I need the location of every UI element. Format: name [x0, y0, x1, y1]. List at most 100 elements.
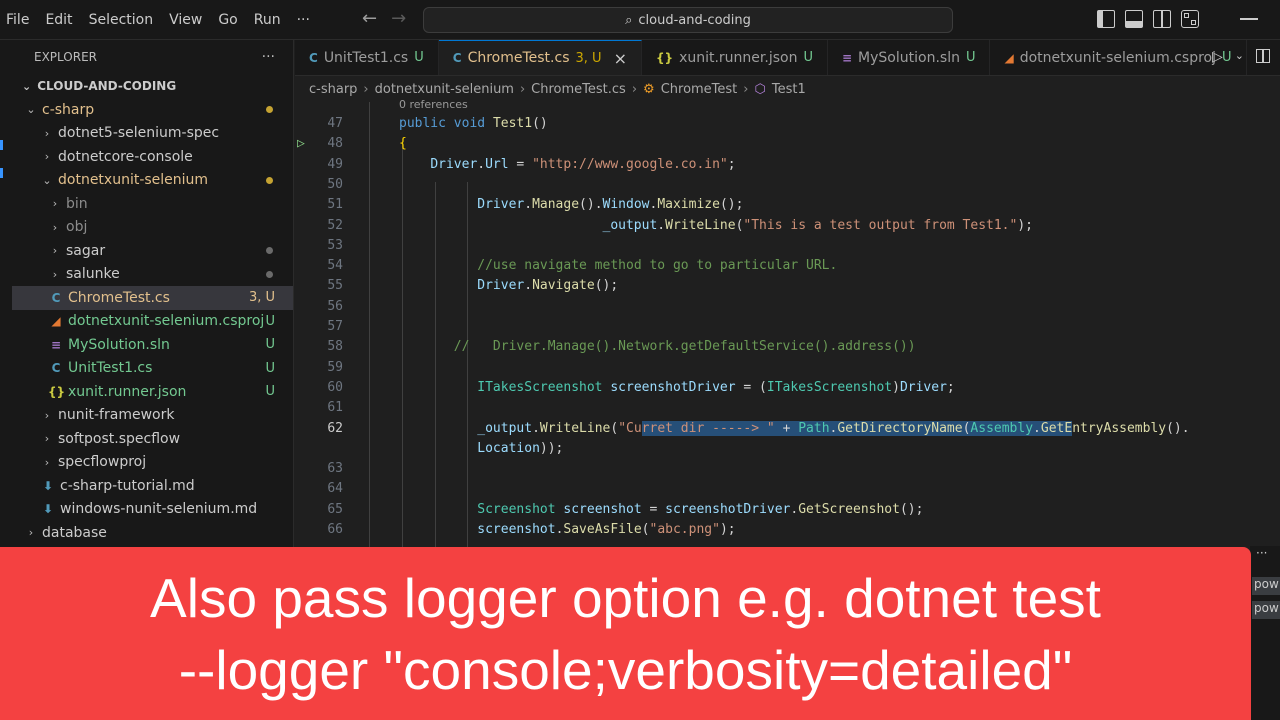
code-token: .	[524, 278, 533, 294]
code-token: void	[453, 116, 493, 131]
tree-folder[interactable]: › nunit-framework	[0, 404, 293, 428]
tab-chrometest-cs[interactable]: C ChromeTest.cs 3, U ×	[438, 40, 642, 75]
line-number: 53	[327, 237, 343, 253]
class-icon: ⚙	[643, 81, 655, 97]
file-type-icon: ⬇	[42, 502, 54, 517]
tree-file[interactable]: C ChromeTest.cs 3, U	[0, 286, 293, 310]
breadcrumb-item[interactable]: ChromeTest	[661, 82, 738, 97]
code-token: (	[610, 420, 619, 436]
run-test-icon[interactable]: ▷	[297, 134, 305, 154]
tree-folder[interactable]: › sagar	[0, 239, 293, 263]
chevron-right-icon: ›	[52, 197, 58, 211]
line-number: 58	[327, 339, 343, 355]
tab-close-icon[interactable]: ×	[614, 49, 627, 68]
tree-folder[interactable]: ⌄ dotnetxunit-selenium	[0, 169, 293, 193]
menu-item-view[interactable]: View	[161, 0, 210, 40]
breadcrumb-item[interactable]: dotnetxunit-selenium	[375, 82, 514, 97]
tree-file[interactable]: C UnitTest1.cs U	[0, 357, 293, 381]
tree-folder[interactable]: › dotnetcore-console	[0, 145, 293, 169]
file-type-icon: ≡	[841, 50, 853, 65]
explorer-header: EXPLORER ···	[0, 40, 293, 74]
tree-item-label: c-sharp	[42, 101, 95, 118]
tree-item-label: nunit-framework	[58, 407, 175, 424]
tree-folder[interactable]: › obj	[0, 216, 293, 240]
tree-folder[interactable]: › database	[0, 521, 293, 545]
breadcrumb-item[interactable]: c-sharp	[309, 82, 357, 97]
workspace-root-folder[interactable]: ⌄ CLOUD-AND-CODING	[0, 74, 293, 98]
code-line: 48 ▷{	[295, 134, 1280, 154]
code-token: .	[657, 217, 666, 233]
breadcrumb-item[interactable]: ChromeTest.cs	[531, 82, 626, 97]
terminal-tab-pow[interactable]: pow	[1252, 601, 1280, 619]
toggle-panel-icon[interactable]	[1125, 10, 1143, 28]
run-dropdown-chevron-icon[interactable]: ⌄	[1235, 49, 1244, 65]
tree-folder[interactable]: › dotnet5-selenium-spec	[0, 122, 293, 146]
command-center-search[interactable]: ⌕ cloud-and-coding	[423, 7, 953, 33]
menu-item-run[interactable]: Run	[246, 0, 289, 40]
tab-mysolution-sln[interactable]: ≡ MySolution.sln U	[828, 40, 991, 75]
menu-more-icon[interactable]: ···	[289, 0, 318, 40]
tree-item-label: sagar	[66, 242, 106, 259]
tab-dotnetxunit-selenium-csproj[interactable]: ◢ dotnetxunit-selenium.csproj U	[990, 40, 1247, 75]
file-type-icon: ⬇	[42, 478, 54, 493]
code-token: // Driver.Manage().Network.getDefaultSer…	[453, 339, 916, 355]
tree-folder[interactable]: › softpost.specflow	[0, 427, 293, 451]
terminal-tab-pow[interactable]: pow	[1252, 577, 1280, 595]
tree-file[interactable]: ⬇ windows-nunit-selenium.md	[0, 498, 293, 522]
menu-item-edit[interactable]: Edit	[37, 0, 80, 40]
chevron-right-icon: ›	[44, 408, 50, 422]
tab-label: dotnetxunit-selenium.csproj	[1019, 49, 1216, 66]
chevron-right-icon: ›	[44, 455, 50, 469]
run-code-icon[interactable]: ▷	[1212, 49, 1223, 65]
tree-folder[interactable]: › specflowproj	[0, 451, 293, 475]
tree-file[interactable]: ◢ dotnetxunit-selenium.csproj U	[0, 310, 293, 334]
code-token: .	[532, 420, 540, 436]
code-line: 55 Driver.Navigate();	[295, 276, 1280, 296]
forward-arrow-icon[interactable]: →	[391, 8, 406, 29]
toggle-primary-sidebar-icon[interactable]	[1097, 10, 1115, 28]
toggle-secondary-sidebar-icon[interactable]	[1153, 10, 1171, 28]
chevron-right-icon: ›	[52, 220, 58, 234]
menu-item-selection[interactable]: Selection	[81, 0, 162, 40]
file-type-icon: ≡	[50, 337, 62, 352]
tree-item-label: windows-nunit-selenium.md	[60, 501, 258, 518]
method-icon: ⬡	[754, 81, 766, 97]
tree-file[interactable]: ≡ MySolution.sln U	[0, 333, 293, 357]
code-token: ();	[899, 501, 924, 517]
breadcrumb-item[interactable]: Test1	[772, 82, 806, 97]
code-token: .	[524, 197, 533, 213]
code-token: Assembly	[970, 420, 1034, 436]
customize-layout-icon[interactable]	[1181, 10, 1199, 28]
minimize-window-icon[interactable]	[1240, 18, 1258, 20]
line-number: 56	[327, 298, 343, 314]
code-text: Driver.Url = "http://www.google.co.in";	[399, 155, 736, 175]
split-editor-icon[interactable]	[1256, 49, 1270, 63]
code-token: SaveAsFile	[563, 522, 642, 537]
command-center-text: cloud-and-coding	[638, 12, 751, 28]
tree-file[interactable]: {} xunit.runner.json U	[0, 380, 293, 404]
tab-unittest1-cs[interactable]: C UnitTest1.cs U	[295, 40, 439, 75]
code-editor[interactable]: 0 references 47 public void Test1() 48 ▷{49 …	[295, 98, 1280, 582]
code-lens-references[interactable]: 0 references	[399, 98, 468, 111]
breadcrumb-separator-icon: ›	[631, 81, 638, 97]
code-line: 65 Screenshot screenshot = screenshotDri…	[295, 500, 1280, 520]
code-line: 57	[295, 317, 1280, 337]
menu-item-go[interactable]: Go	[210, 0, 245, 40]
git-status-badge: U	[265, 337, 275, 353]
menu-item-file[interactable]: File	[0, 0, 37, 40]
tab-xunit-runner-json[interactable]: {} xunit.runner.json U	[642, 40, 828, 75]
tree-folder[interactable]: › bin	[0, 192, 293, 216]
tree-folder[interactable]: ⌄ c-sharp	[0, 98, 293, 122]
back-arrow-icon[interactable]: ←	[362, 8, 377, 29]
tree-folder[interactable]: › salunke	[0, 263, 293, 287]
file-type-icon: ◢	[1004, 50, 1014, 65]
code-line: Location));	[295, 439, 1280, 459]
explorer-more-actions-icon[interactable]: ···	[262, 49, 275, 65]
code-token: ();	[594, 278, 619, 294]
tree-file[interactable]: ⬇ c-sharp-tutorial.md	[0, 474, 293, 498]
code-token: .	[477, 156, 486, 172]
code-token: = (	[735, 379, 767, 395]
code-token: ;	[727, 156, 736, 172]
panel-more-icon[interactable]: ···	[1256, 546, 1267, 560]
file-type-icon: {}	[48, 384, 66, 399]
